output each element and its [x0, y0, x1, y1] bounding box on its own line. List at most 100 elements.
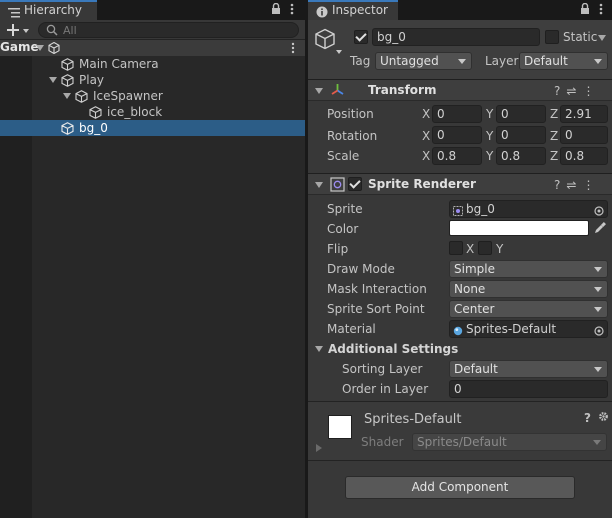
- more-options-icon[interactable]: [599, 3, 603, 18]
- scene-name: Game: [0, 40, 39, 54]
- hierarchy-item-label: bg_0: [79, 121, 108, 135]
- chevron-down-icon: [598, 35, 606, 41]
- material-object-field[interactable]: Sprites-Default: [449, 320, 608, 338]
- hierarchy-search[interactable]: [38, 22, 299, 38]
- sort-point-value: Center: [454, 302, 495, 316]
- axis-x-label: X: [422, 149, 431, 163]
- additional-settings-foldout[interactable]: Additional Settings: [328, 342, 458, 356]
- axis-z-label: Z: [550, 107, 559, 121]
- material-value: Sprites-Default: [466, 322, 557, 336]
- lock-icon[interactable]: [580, 2, 590, 18]
- preset-icon[interactable]: ⇌: [566, 84, 582, 98]
- more-options-icon[interactable]: [290, 3, 294, 18]
- static-label: Static: [563, 30, 598, 44]
- inspector-tabbar: Inspector: [308, 0, 612, 20]
- order-in-layer-field[interactable]: 0: [449, 380, 608, 398]
- component-menu-icon[interactable]: ⋮: [582, 178, 600, 192]
- material-section: Sprites-Default ? Shader Sprites/Default: [308, 401, 612, 461]
- mask-interaction-dropdown[interactable]: None: [449, 280, 608, 298]
- scene-menu-icon[interactable]: [291, 42, 295, 57]
- position-y-field[interactable]: 0: [496, 105, 546, 123]
- tab-inspector[interactable]: Inspector: [308, 0, 398, 20]
- scale-label: Scale: [327, 149, 360, 163]
- transform-title: Transform: [368, 83, 437, 97]
- help-icon[interactable]: ?: [554, 84, 566, 98]
- component-header-icons: ?⇌⋮: [554, 84, 600, 98]
- mask-interaction-value: None: [454, 282, 486, 296]
- object-picker-icon[interactable]: [594, 324, 604, 337]
- sorting-layer-label: Sorting Layer: [342, 362, 423, 376]
- scale-x-field[interactable]: 0.8: [432, 147, 482, 165]
- tab-hierarchy[interactable]: Hierarchy: [0, 0, 97, 20]
- position-label: Position: [327, 107, 374, 121]
- hierarchy-toolbar: [0, 20, 305, 40]
- tag-dropdown[interactable]: Untagged: [375, 52, 472, 70]
- sort-point-dropdown[interactable]: Center: [449, 300, 608, 318]
- preset-icon[interactable]: ⇌: [566, 178, 582, 192]
- flip-y-checkbox[interactable]: [478, 241, 492, 255]
- flip-x-checkbox[interactable]: [449, 241, 463, 255]
- tab-inspector-label: Inspector: [332, 3, 388, 17]
- chevron-right-icon[interactable]: [316, 444, 322, 452]
- layer-dropdown[interactable]: Default: [519, 52, 608, 70]
- rotation-y-field[interactable]: 0: [496, 126, 546, 144]
- rotation-z-field[interactable]: 0: [560, 126, 608, 144]
- chevron-down-icon[interactable]: [315, 346, 323, 352]
- static-checkbox[interactable]: [545, 30, 559, 44]
- hierarchy-item-play[interactable]: Play: [0, 72, 305, 88]
- search-input[interactable]: [63, 23, 283, 37]
- lock-icon[interactable]: [271, 2, 281, 18]
- chevron-down-icon: [36, 45, 44, 51]
- component-header-icons: ?⇌⋮: [554, 178, 600, 192]
- gear-icon[interactable]: [598, 411, 609, 425]
- sprite-renderer-header[interactable]: Sprite Renderer ?⇌⋮: [308, 173, 612, 195]
- chevron-down-icon[interactable]: [315, 182, 323, 188]
- sprite-renderer-enabled-checkbox[interactable]: [348, 177, 362, 191]
- shader-label: Shader: [361, 435, 404, 449]
- chevron-down-icon: [594, 267, 602, 272]
- help-icon[interactable]: ?: [584, 411, 591, 425]
- position-z-field[interactable]: 2.91: [560, 105, 608, 123]
- hierarchy-item-label: Play: [79, 73, 105, 87]
- material-asset-icon: [453, 324, 463, 337]
- help-icon[interactable]: ?: [554, 178, 566, 192]
- eyedropper-icon[interactable]: [594, 222, 606, 237]
- hierarchy-item-bg-0[interactable]: bg_0: [0, 120, 305, 136]
- hierarchy-item-icespawner[interactable]: IceSpawner: [0, 88, 305, 104]
- position-x-field[interactable]: 0: [432, 105, 482, 123]
- scene-row[interactable]: Game: [0, 40, 305, 56]
- chevron-down-icon: [593, 440, 601, 445]
- scale-y-field[interactable]: 0.8: [496, 147, 546, 165]
- add-component-button[interactable]: Add Component: [345, 476, 575, 499]
- sprite-object-field[interactable]: bg_0: [449, 200, 608, 218]
- sprite-label: Sprite: [327, 202, 363, 216]
- sorting-layer-dropdown[interactable]: Default: [449, 360, 608, 378]
- sprite-asset-icon: [453, 204, 463, 217]
- component-menu-icon[interactable]: ⋮: [582, 84, 600, 98]
- scale-z-field[interactable]: 0.8: [560, 147, 608, 165]
- object-name-field[interactable]: bg_0: [372, 28, 540, 46]
- transform-header[interactable]: Transform ?⇌⋮: [308, 79, 612, 101]
- active-checkbox[interactable]: [354, 30, 368, 44]
- object-picker-icon[interactable]: [594, 204, 604, 217]
- shader-dropdown[interactable]: Sprites/Default: [412, 433, 607, 451]
- mask-interaction-label: Mask Interaction: [327, 282, 427, 296]
- search-icon: [46, 24, 59, 40]
- add-object-button[interactable]: [7, 22, 33, 41]
- draw-mode-value: Simple: [454, 262, 495, 276]
- draw-mode-dropdown[interactable]: Simple: [449, 260, 608, 278]
- gameobject-large-icon[interactable]: [315, 28, 343, 61]
- axis-z-label: Z: [550, 129, 559, 143]
- tab-active-indicator: [308, 0, 398, 2]
- tab-active-indicator: [0, 0, 97, 2]
- axis-z-label: Z: [550, 149, 559, 163]
- chevron-down-icon: [594, 59, 602, 64]
- chevron-down-icon: [49, 77, 57, 83]
- rotation-x-field[interactable]: 0: [432, 126, 482, 144]
- chevron-down-icon[interactable]: [315, 88, 323, 94]
- color-swatch[interactable]: [449, 220, 589, 236]
- flip-label: Flip: [327, 242, 349, 256]
- hierarchy-item-main-camera[interactable]: Main Camera: [0, 56, 305, 72]
- hierarchy-item-ice-block[interactable]: ice_block: [0, 104, 305, 120]
- chevron-down-icon: [594, 307, 602, 312]
